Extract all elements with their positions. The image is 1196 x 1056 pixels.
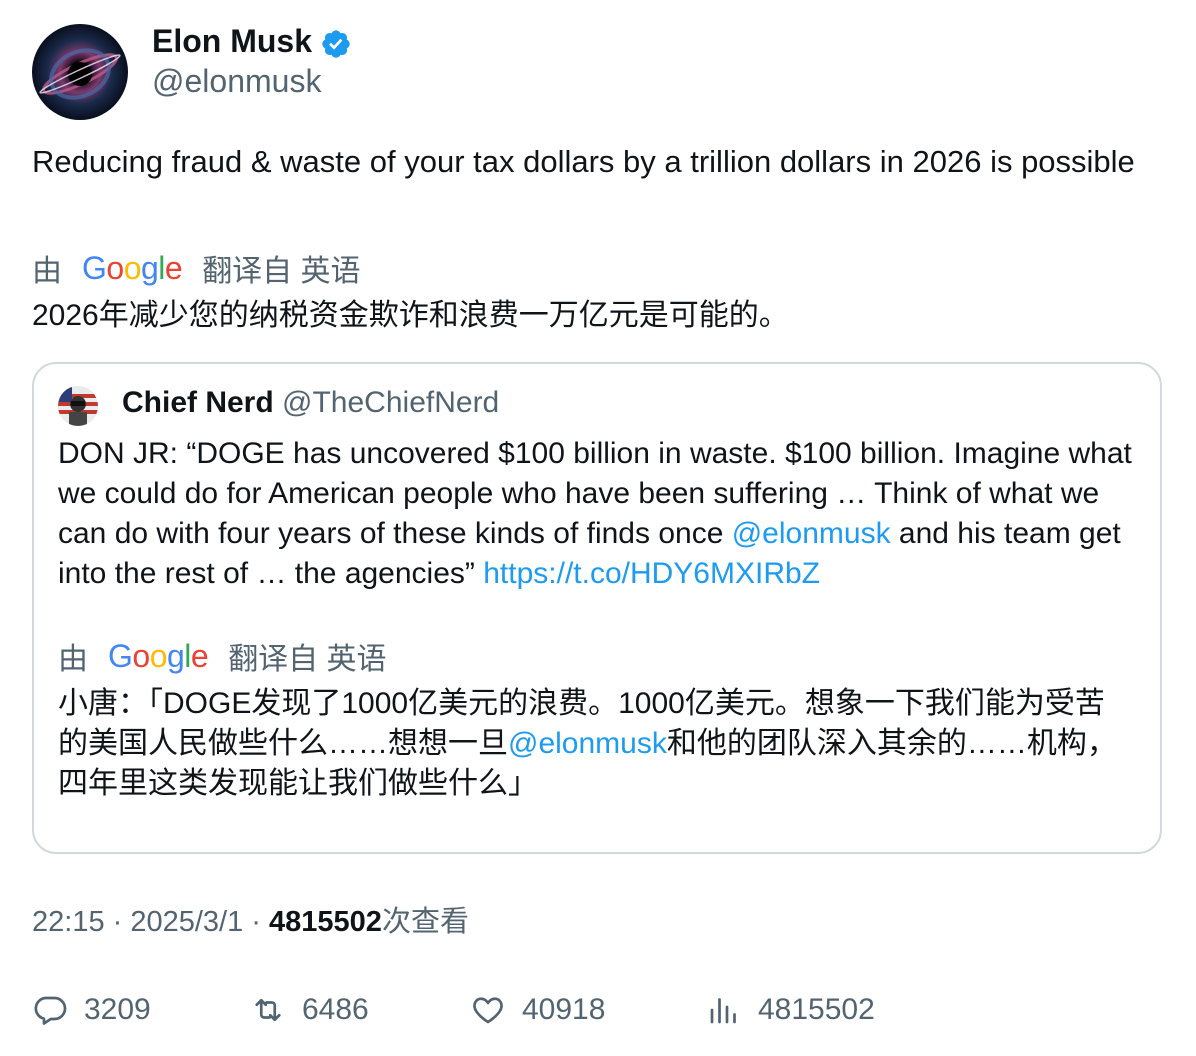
like-button[interactable]: 40918 <box>470 990 605 1030</box>
quoted-translation-mention[interactable]: @elonmusk <box>508 727 667 760</box>
repost-icon <box>255 998 281 1022</box>
black-hole-avatar-icon <box>39 48 121 100</box>
tweet-meta: 22:15 · 2025/3/1 · 4815502次查看 <box>32 904 469 940</box>
tweet-translation: 2026年减少您的纳税资金欺诈和浪费一万亿元是可能的。 <box>32 299 789 332</box>
meta-separator: · <box>243 906 270 938</box>
quoted-author-handle[interactable]: @TheChiefNerd <box>282 386 499 419</box>
views-stat-count: 4815502 <box>758 993 875 1026</box>
quoted-google-logo: Google <box>108 637 209 674</box>
quoted-mention-link[interactable]: @elonmusk <box>732 517 891 550</box>
translation-label: 由 Google 翻译自 英语 <box>32 248 361 289</box>
author-handle[interactable]: @elonmusk <box>152 62 321 100</box>
quoted-translated-by-label: 由 <box>58 643 88 676</box>
reply-button[interactable]: 3209 <box>32 990 151 1030</box>
quoted-translation-label: 由 Google 翻译自 英语 <box>58 636 387 677</box>
tweet-date[interactable]: 2025/3/1 <box>130 906 243 938</box>
views-button[interactable]: 4815502 <box>706 990 875 1030</box>
tweet-time[interactable]: 22:15 <box>32 906 105 938</box>
verified-badge-icon <box>322 30 350 58</box>
quoted-author-name[interactable]: Chief Nerd <box>122 386 274 419</box>
google-logo: Google <box>82 249 183 286</box>
quoted-author-line[interactable]: Chief Nerd @TheChiefNerd <box>122 385 499 421</box>
like-count: 40918 <box>522 993 606 1026</box>
repost-button[interactable]: 6486 <box>250 990 369 1030</box>
author-avatar[interactable] <box>32 24 128 120</box>
author-name[interactable]: Elon Musk <box>152 22 312 60</box>
tweet-text: Reducing fraud & waste of your tax dolla… <box>32 144 1135 179</box>
reply-icon <box>34 996 67 1025</box>
view-count-label: 次查看 <box>381 906 469 938</box>
quoted-url-link[interactable]: https://t.co/HDY6MXIRbZ <box>483 557 820 590</box>
reply-count: 3209 <box>84 993 151 1026</box>
quoted-translation-text: 小唐：「DOGE发现了1000亿美元的浪费。1000亿美元。想象一下我们能为受苦… <box>58 684 1133 804</box>
translated-from-label: 翻译自 英语 <box>202 255 361 288</box>
nerd-avatar-icon <box>58 386 98 426</box>
repost-count: 6486 <box>302 993 369 1026</box>
translated-by-label: 由 <box>32 255 62 288</box>
heart-icon <box>473 997 503 1024</box>
view-count: 4815502 <box>269 906 382 938</box>
analytics-icon <box>710 998 736 1024</box>
quoted-tweet-text: DON JR: “DOGE has uncovered $100 billion… <box>58 434 1148 594</box>
quoted-translated-from-label: 翻译自 英语 <box>228 643 387 676</box>
meta-separator: · <box>104 906 131 938</box>
quoted-author-avatar[interactable] <box>58 386 98 426</box>
